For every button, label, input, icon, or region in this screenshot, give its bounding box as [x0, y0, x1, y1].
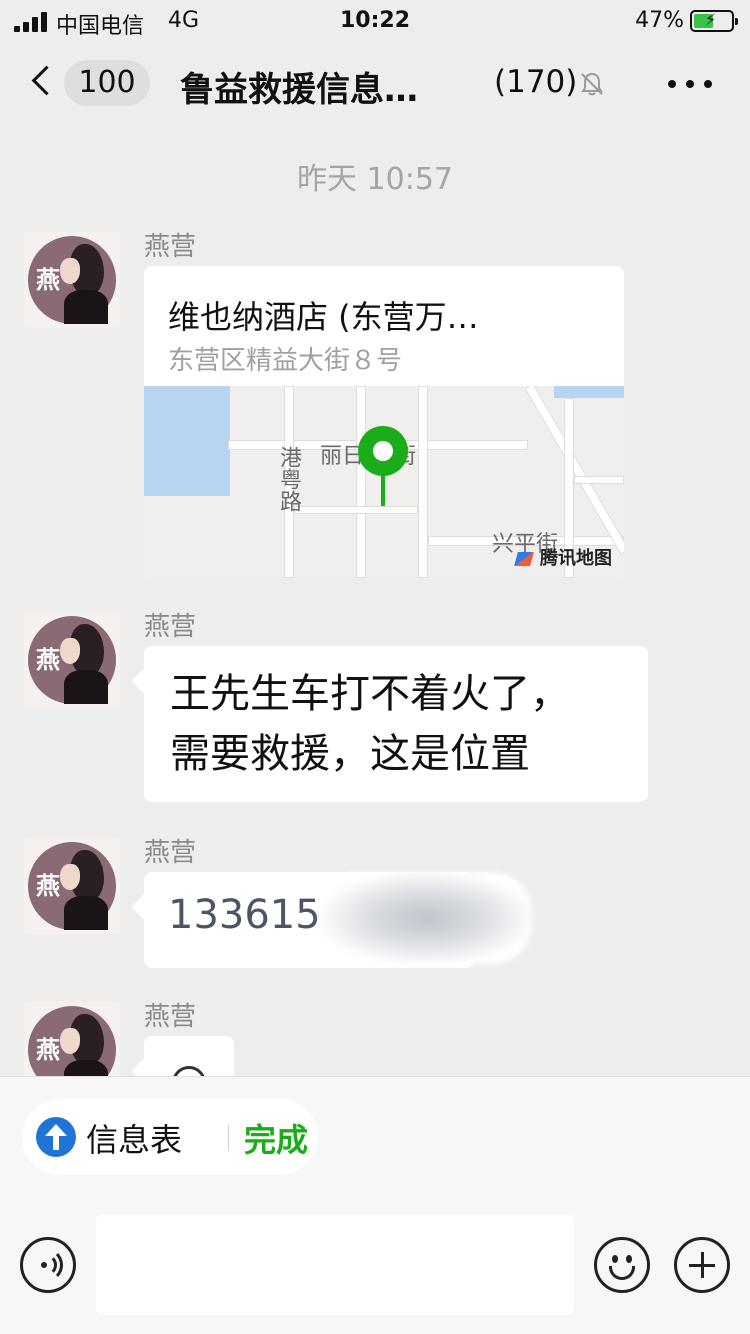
add-more-icon[interactable] — [674, 1237, 730, 1293]
sender-name: 燕营 — [144, 838, 197, 868]
input-area: 信息表 完成 — [0, 1076, 750, 1334]
message-input[interactable] — [96, 1215, 574, 1315]
map-water — [554, 386, 624, 398]
tencent-map-logo-icon — [514, 552, 534, 566]
avatar-char: 燕 — [36, 871, 60, 900]
avatar[interactable]: 燕 — [24, 1002, 120, 1076]
unread-count-badge[interactable]: 100 — [64, 60, 150, 106]
map-label: 港粤路 — [276, 446, 301, 512]
battery-charging-icon: ⚡ — [690, 10, 738, 32]
partial-message[interactable] — [144, 1036, 234, 1076]
avatar[interactable]: 燕 — [24, 612, 120, 708]
avatar[interactable]: 燕 — [24, 838, 120, 934]
sender-name: 燕营 — [144, 612, 197, 642]
up-arrow-icon — [36, 1117, 76, 1157]
status-bar: 中国电信 4G 10:22 47% ⚡ — [0, 0, 750, 42]
map-provider: 腾讯地图 — [540, 548, 612, 569]
text-message[interactable]: 王先生车打不着火了， 需要救援，这是位置 — [144, 646, 648, 802]
more-dots-icon[interactable] — [668, 80, 712, 90]
mute-bell-icon — [581, 72, 603, 96]
chat-header: 100 鲁益救援信息… (170) — [0, 42, 750, 128]
message-line: 王先生车打不着火了， — [170, 671, 570, 717]
map-road — [418, 386, 428, 578]
map-road — [574, 476, 624, 484]
map-road — [294, 506, 418, 514]
map-preview[interactable]: 丽日 街 港粤路 兴平街 腾讯地图 — [144, 386, 624, 578]
location-name: 维也纳酒店 (东营万… — [168, 298, 479, 336]
phone-number-text: 133615 — [168, 892, 321, 938]
battery-percent: 47% — [635, 8, 684, 33]
avatar-char: 燕 — [36, 265, 60, 294]
done-button[interactable]: 完成 — [244, 1115, 308, 1161]
map-water — [144, 386, 230, 496]
sender-name: 燕营 — [144, 232, 197, 262]
back-chevron-icon[interactable] — [28, 62, 58, 102]
chat-title: 鲁益救援信息… — [180, 70, 418, 110]
avatar[interactable]: 燕 — [24, 232, 120, 328]
location-address: 东营区精益大街８号 — [168, 346, 403, 376]
voice-input-icon[interactable] — [20, 1237, 76, 1293]
chip-label: 信息表 — [86, 1121, 183, 1159]
avatar-char: 燕 — [36, 645, 60, 674]
message-timestamp: 昨天 10:57 — [297, 162, 453, 197]
divider — [228, 1125, 229, 1151]
emoji-icon[interactable] — [594, 1237, 650, 1293]
info-form-chip[interactable]: 信息表 完成 — [22, 1099, 318, 1175]
redaction-blur — [320, 872, 532, 964]
message-line: 需要救援，这是位置 — [170, 731, 530, 777]
location-card[interactable]: 维也纳酒店 (东营万… 东营区精益大街８号 丽日 街 港粤路 兴平街 腾讯地图 — [144, 266, 624, 578]
member-count: (170) — [494, 64, 578, 100]
sender-name: 燕营 — [144, 1002, 197, 1032]
loading-icon — [172, 1066, 206, 1076]
location-pin-icon — [358, 426, 408, 506]
avatar-char: 燕 — [36, 1035, 60, 1064]
